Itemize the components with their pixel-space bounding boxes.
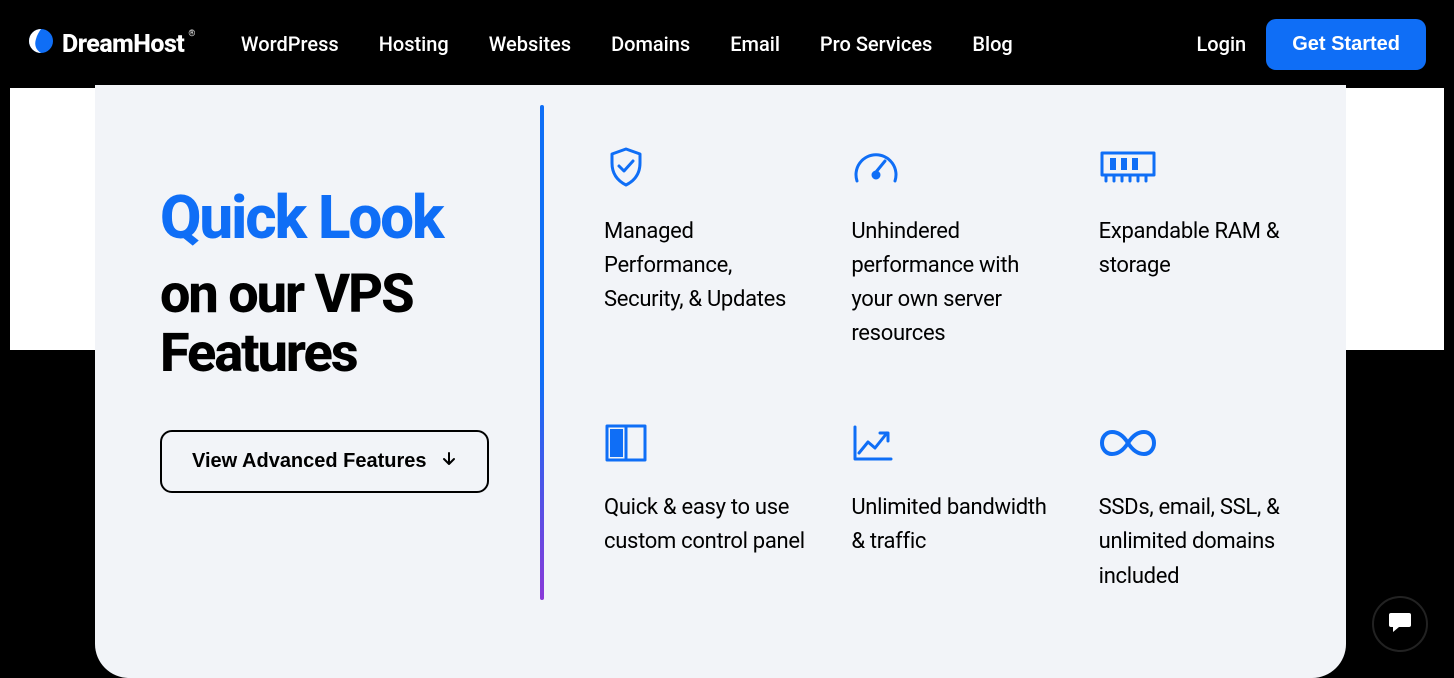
title-line-3: Features	[160, 324, 540, 383]
nav-item-wordpress[interactable]: WordPress	[241, 32, 339, 56]
feature-performance: Unhindered performance with your own ser…	[851, 145, 1058, 351]
get-started-button[interactable]: Get Started	[1266, 19, 1426, 70]
feature-text: Unlimited bandwidth & traffic	[851, 491, 1058, 559]
feature-bandwidth: Unlimited bandwidth & traffic	[851, 421, 1058, 593]
features-card: Quick Look on our VPS Features View Adva…	[95, 85, 1346, 678]
arrow-down-icon	[441, 450, 457, 473]
moon-icon	[28, 28, 54, 61]
feature-ram: Expandable RAM & storage	[1099, 145, 1306, 351]
login-link[interactable]: Login	[1196, 32, 1246, 56]
top-nav: DreamHost ® WordPress Hosting Websites D…	[0, 0, 1454, 88]
feature-text: Expandable RAM & storage	[1099, 215, 1306, 283]
page-title: Quick Look on our VPS Features	[160, 185, 540, 384]
advanced-features-label: View Advanced Features	[192, 450, 427, 473]
infinity-icon	[1099, 421, 1306, 465]
title-line-2: on our VPS	[160, 265, 540, 324]
brand-logo[interactable]: DreamHost ®	[28, 28, 199, 61]
panels-icon	[604, 421, 811, 465]
nav-item-email[interactable]: Email	[730, 32, 780, 56]
ram-icon	[1099, 145, 1306, 189]
shield-check-icon	[604, 145, 811, 189]
feature-panel: Quick & easy to use custom control panel	[604, 421, 811, 593]
feature-text: Quick & easy to use custom control panel	[604, 491, 811, 559]
registered-mark: ®	[188, 29, 195, 39]
nav-items: WordPress Hosting Websites Domains Email…	[241, 32, 1013, 56]
chart-up-icon	[851, 421, 1058, 465]
title-line-1: Quick Look	[160, 185, 540, 251]
view-advanced-features-button[interactable]: View Advanced Features	[160, 430, 489, 493]
nav-item-websites[interactable]: Websites	[489, 32, 571, 56]
features-grid: Managed Performance, Security, & Updates…	[544, 85, 1346, 678]
chat-widget-button[interactable]	[1372, 596, 1428, 652]
feature-text: SSDs, email, SSL, & unlimited domains in…	[1099, 491, 1306, 593]
nav-item-blog[interactable]: Blog	[972, 32, 1012, 56]
feature-included: SSDs, email, SSL, & unlimited domains in…	[1099, 421, 1306, 593]
gauge-icon	[851, 145, 1058, 189]
nav-item-hosting[interactable]: Hosting	[379, 32, 449, 56]
hero-headline-block: Quick Look on our VPS Features View Adva…	[95, 85, 540, 678]
nav-item-proservices[interactable]: Pro Services	[820, 32, 932, 56]
feature-managed: Managed Performance, Security, & Updates	[604, 145, 811, 351]
nav-item-domains[interactable]: Domains	[611, 32, 690, 56]
brand-name: DreamHost	[62, 30, 184, 59]
feature-text: Unhindered performance with your own ser…	[851, 215, 1058, 351]
chat-bubble-icon	[1387, 609, 1413, 639]
feature-text: Managed Performance, Security, & Updates	[604, 215, 811, 317]
